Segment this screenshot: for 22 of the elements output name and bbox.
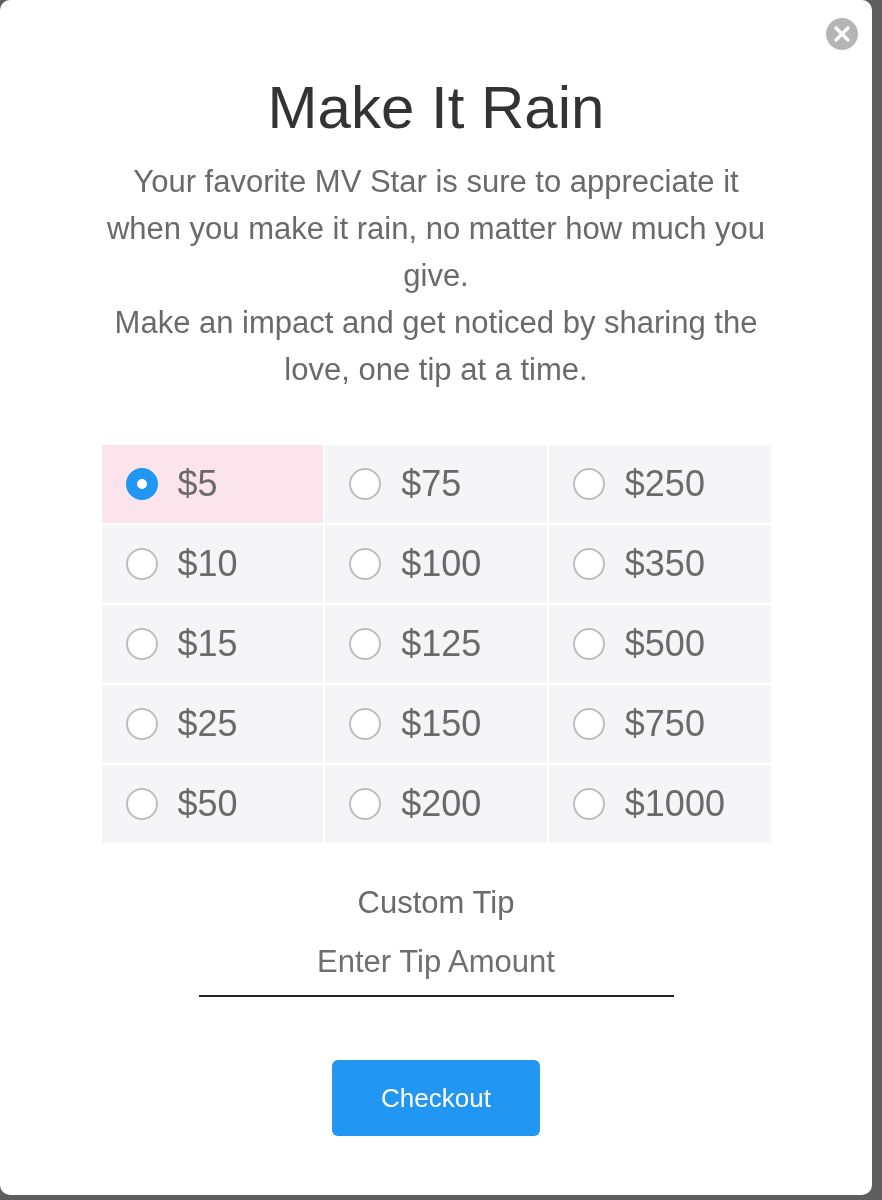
tip-option[interactable]: $25 <box>101 685 324 763</box>
checkout-button[interactable]: Checkout <box>332 1060 540 1136</box>
tip-option[interactable]: $15 <box>101 605 324 683</box>
tip-option[interactable]: $500 <box>548 605 771 683</box>
tip-amount-input[interactable]: Enter Tip Amount <box>198 941 674 997</box>
dialog-title: Make It Rain <box>267 73 605 143</box>
tip-option[interactable]: $750 <box>548 685 771 763</box>
close-icon[interactable] <box>826 18 858 50</box>
description-text: Make an impact and get noticed by sharing the love, one tip at a time. <box>113 304 759 389</box>
tip-option[interactable]: $100 <box>325 525 547 603</box>
description-text: Your favorite MV Star is sure to appreciate it when you make it rain, no matter how much you give. <box>105 163 767 295</box>
tip-option[interactable]: $5 <box>101 445 324 523</box>
tip-option[interactable]: $50 <box>101 765 324 843</box>
tip-option[interactable]: $125 <box>325 605 547 683</box>
custom-tip-label: Custom Tip <box>357 885 515 921</box>
tip-option[interactable]: $75 <box>325 445 547 523</box>
tip-option[interactable]: $150 <box>325 685 547 763</box>
tip-option[interactable]: $250 <box>548 445 771 523</box>
tip-option[interactable]: $1000 <box>548 765 771 843</box>
tip-option[interactable]: $10 <box>101 525 324 603</box>
tip-option[interactable]: $200 <box>325 765 547 843</box>
tip-option[interactable]: $350 <box>548 525 771 603</box>
